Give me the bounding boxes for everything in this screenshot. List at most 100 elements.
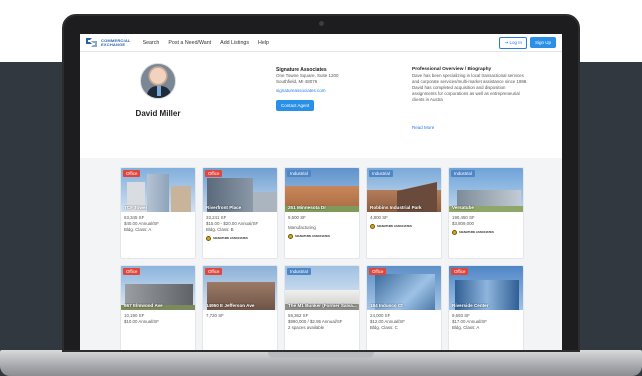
- logo-text: COMMERCIAL EXCHANGE: [101, 38, 131, 47]
- brand-label: SIGNATURE ASSOCIATES: [213, 236, 248, 240]
- listing-card[interactable]: Office 184 Indusco Ct 24,000 SF $12.00 A…: [366, 265, 442, 350]
- listing-photo: Industrial 251 Minnesota Dr: [285, 168, 359, 212]
- listing-price: $10.00 Annual/SF: [124, 319, 159, 324]
- logo-mark-icon: [86, 37, 98, 48]
- property-type-tag: Industrial: [287, 170, 311, 177]
- listing-photo: Office 14950 E Jefferson Ave: [203, 266, 277, 310]
- listing-photo: Office 667 Elmwood Ave: [121, 266, 195, 310]
- nav-link-help[interactable]: Help: [258, 40, 269, 46]
- listing-details: 4,800 SF SIGNATURE ASSOCIATES: [367, 212, 441, 229]
- listing-card[interactable]: Industrial The M1 Bunker (Former Salva..…: [284, 265, 360, 350]
- property-type-tag: Office: [123, 170, 141, 177]
- listing-title: Versatube: [452, 205, 474, 210]
- agent-avatar: [140, 63, 176, 99]
- property-type-tag: Office: [205, 170, 223, 177]
- agent-profile: David Miller Signature Associates One To…: [80, 52, 562, 158]
- listing-card[interactable]: Office Riverfront Place 33,241 SF $15.00…: [202, 167, 278, 259]
- property-type-tag: Office: [369, 268, 387, 275]
- listing-title: TCF Tower: [124, 205, 148, 210]
- brand-logo-icon: [452, 230, 457, 235]
- camera-icon: [319, 21, 324, 26]
- listing-size: 7,720 SF: [206, 313, 224, 318]
- property-type-tag: Industrial: [287, 268, 311, 275]
- listing-title: 667 Elmwood Ave: [124, 303, 163, 308]
- brand-label: SIGNATURE ASSOCIATES: [459, 230, 494, 234]
- listing-photo: Office Riverside Center: [449, 266, 523, 310]
- listing-details: 7,720 SF: [203, 310, 277, 319]
- listing-photo: Industrial The M1 Bunker (Former Salva..…: [285, 266, 359, 310]
- listing-photo: Office Riverfront Place: [203, 168, 277, 212]
- brand-logo-icon: [288, 234, 293, 239]
- listing-title: Robbins Industrial Park: [370, 205, 422, 210]
- nav-actions: ⇥ Log In Sign Up: [499, 36, 556, 49]
- property-type-tag: Industrial: [369, 170, 393, 177]
- listing-size: 9,500 SF: [288, 215, 306, 220]
- listing-card[interactable]: Office TCF Tower 63,345 SF $40.00 Annual…: [120, 167, 196, 259]
- listing-card[interactable]: Industrial 251 Minnesota Dr 9,500 SF Man…: [284, 167, 360, 259]
- signature-associates-badge: SIGNATURE ASSOCIATES: [370, 224, 438, 229]
- nav-link-search[interactable]: Search: [143, 40, 160, 46]
- listing-class: Bldg. Class: A: [452, 325, 480, 330]
- brand-logo-icon: [206, 236, 211, 241]
- listing-title: The M1 Bunker (Former Salva...: [288, 303, 357, 308]
- company-address-line-2: Southfield, MI 48076: [276, 79, 318, 84]
- nav-link-post-need[interactable]: Post a Need/Want: [168, 40, 211, 46]
- listing-details: 9,693 SF $17.00 Annual/SF Bldg. Class: A: [449, 310, 523, 331]
- listing-details: 33,241 SF $15.00 - $20.00 Annual/SF Bldg…: [203, 212, 277, 241]
- property-type-tag: Office: [123, 268, 141, 275]
- listing-class: Bldg. Class: B: [206, 227, 234, 232]
- listing-use: Manufacturing: [288, 225, 316, 230]
- listing-class: Bldg. Class: A: [124, 227, 152, 232]
- bio-text: Dave has been specializing in local tran…: [412, 73, 528, 102]
- listing-size: 4,800 SF: [370, 215, 388, 220]
- brand-label: SIGNATURE ASSOCIATES: [295, 234, 330, 238]
- listing-price: $3,809,000: [452, 221, 474, 226]
- signature-associates-badge: SIGNATURE ASSOCIATES: [288, 234, 356, 239]
- laptop-notch: [268, 352, 374, 358]
- brand-label: SIGNATURE ASSOCIATES: [377, 224, 412, 228]
- listing-photo: Office 184 Indusco Ct: [367, 266, 441, 310]
- property-type-tag: Office: [205, 268, 223, 275]
- listing-title: 251 Minnesota Dr: [288, 205, 327, 210]
- listing-details: 190,450 SF $3,809,000 SIGNATURE ASSOCIAT…: [449, 212, 523, 235]
- listing-details: 24,000 SF $12.00 Annual/SF Bldg. Class: …: [367, 310, 441, 331]
- contact-agent-button[interactable]: Contact Agent: [276, 100, 315, 111]
- commercial-exchange-logo[interactable]: COMMERCIAL EXCHANGE: [86, 37, 131, 48]
- listing-card[interactable]: Industrial Robbins Industrial Park 4,800…: [366, 167, 442, 259]
- listing-photo: Office TCF Tower: [121, 168, 195, 212]
- login-button[interactable]: ⇥ Log In: [499, 36, 527, 49]
- listing-photo: Industrial Robbins Industrial Park: [367, 168, 441, 212]
- nav-link-add-listings[interactable]: Add Listings: [220, 40, 249, 46]
- listing-availability: 2 spaces available: [288, 325, 325, 330]
- listing-title: 14950 E Jefferson Ave: [206, 303, 255, 308]
- listing-details: 10,190 SF $10.00 Annual/SF: [121, 310, 195, 325]
- listing-card[interactable]: Office Riverside Center 9,693 SF $17.00 …: [448, 265, 524, 350]
- property-type-tag: Office: [451, 268, 469, 275]
- brand-logo-icon: [370, 224, 375, 229]
- laptop-bezel: COMMERCIAL EXCHANGE Search Post a Need/W…: [62, 14, 580, 352]
- listing-title: Riverside Center: [452, 303, 489, 308]
- listing-title: Riverfront Place: [206, 205, 242, 210]
- read-more-link[interactable]: Read More: [412, 125, 530, 130]
- company-website-link[interactable]: signatureassociates.com: [276, 88, 386, 94]
- listing-details: 9,500 SF Manufacturing SIGNATURE ASSOCIA…: [285, 212, 359, 239]
- agent-name: David Miller: [135, 109, 181, 118]
- signature-associates-badge: SIGNATURE ASSOCIATES: [452, 230, 520, 235]
- signup-button[interactable]: Sign Up: [529, 37, 556, 48]
- property-type-tag: Industrial: [451, 170, 475, 177]
- listing-details: 59,362 SF $990,000 / $2.95 Annual/SF 2 s…: [285, 310, 359, 331]
- listing-card[interactable]: Industrial Versatube 190,450 SF $3,809,0…: [448, 167, 524, 259]
- top-nav: COMMERCIAL EXCHANGE Search Post a Need/W…: [80, 34, 562, 52]
- agent-biography: Professional Overview / Biography Dave h…: [412, 67, 530, 130]
- listing-details: 63,345 SF $40.00 Annual/SF Bldg. Class: …: [121, 212, 195, 233]
- laptop-screen: COMMERCIAL EXCHANGE Search Post a Need/W…: [80, 34, 562, 350]
- signature-associates-badge: SIGNATURE ASSOCIATES: [206, 236, 274, 241]
- listing-card[interactable]: Office 14950 E Jefferson Ave 7,720 SF: [202, 265, 278, 350]
- agent-company-info: Signature Associates One Towne Square, S…: [276, 67, 386, 112]
- logo-line-2: EXCHANGE: [101, 41, 126, 47]
- listing-card[interactable]: Office 667 Elmwood Ave 10,190 SF $10.00 …: [120, 265, 196, 350]
- listing-photo: Industrial Versatube: [449, 168, 523, 212]
- login-label: Log In: [509, 39, 522, 45]
- listing-class: Bldg. Class: C: [370, 325, 398, 330]
- listing-title: 184 Indusco Ct: [370, 303, 403, 308]
